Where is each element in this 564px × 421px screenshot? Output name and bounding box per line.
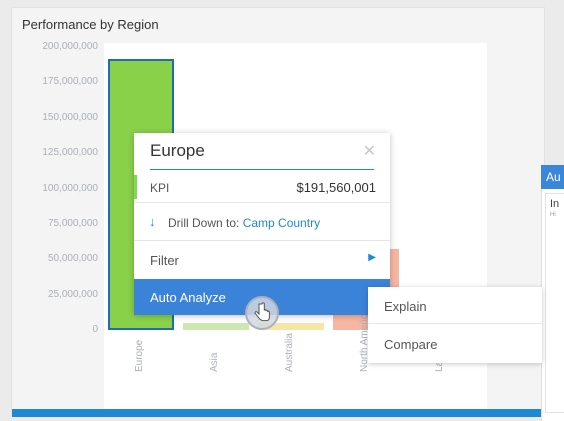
submenu-item-compare[interactable]: Compare <box>368 325 542 362</box>
y-tick-label: 200,000,000 <box>42 41 98 52</box>
insight-card-title: In <box>550 198 560 210</box>
submenu-item-label: Compare <box>384 337 438 352</box>
filter-option[interactable]: Filter ▶ <box>134 241 390 278</box>
chevron-right-icon: ▶ <box>368 252 376 263</box>
auto-analyze-label: Auto Analyze <box>150 290 226 305</box>
y-tick-label: 75,000,000 <box>47 217 98 229</box>
kpi-color-marker <box>134 175 137 199</box>
insight-card-subtitle: Hi <box>550 212 556 218</box>
kpi-label: KPI <box>150 181 170 195</box>
y-tick-label: 0 <box>92 324 98 335</box>
y-tick-label: 50,000,000 <box>47 253 98 265</box>
y-tick-label: 25,000,000 <box>47 288 98 300</box>
drill-down-text: Drill Down to: Camp Country <box>168 216 320 230</box>
popup-title-underline <box>150 169 374 170</box>
side-panel-header: Au <box>541 165 564 189</box>
auto-analyze-submenu: Explain Compare <box>368 287 542 363</box>
kpi-row: KPI $191,560,001 <box>134 173 390 203</box>
insight-card[interactable]: In Hi <box>545 193 564 413</box>
panel-title: Performance by Region <box>22 17 159 32</box>
y-tick-label: 150,000,000 <box>42 111 98 123</box>
bar-asia[interactable] <box>183 322 249 330</box>
side-panel-body: In Hi <box>541 189 564 421</box>
y-tick-label: 100,000,000 <box>42 182 98 194</box>
x-tick-label: Asia <box>209 352 220 372</box>
panel-bottom-bar <box>12 409 544 417</box>
popup-title: Europe <box>150 141 205 160</box>
close-icon[interactable]: ✕ <box>363 141 376 161</box>
y-tick-label: 175,000,000 <box>42 76 98 88</box>
filter-label: Filter <box>150 253 179 268</box>
drill-down-prefix: Drill Down to: <box>168 216 240 230</box>
drill-down-option[interactable]: ↓ Drill Down to: Camp Country <box>134 203 390 241</box>
pointer-hand-icon <box>245 296 279 330</box>
submenu-item-label: Explain <box>384 299 427 314</box>
kpi-value: $191,560,001 <box>296 180 376 195</box>
x-tick-label: Australia <box>284 333 295 372</box>
drill-down-target-link[interactable]: Camp Country <box>243 216 320 230</box>
auto-analyze-side-panel: Au In Hi <box>541 165 564 421</box>
submenu-item-explain[interactable]: Explain <box>368 287 542 324</box>
x-tick-label: Europe <box>134 339 145 372</box>
y-tick-label: 125,000,000 <box>42 147 98 159</box>
bar-context-popup: Europe ✕ KPI $191,560,001 ↓ Drill Down t… <box>134 133 390 315</box>
arrow-down-icon: ↓ <box>149 214 156 229</box>
